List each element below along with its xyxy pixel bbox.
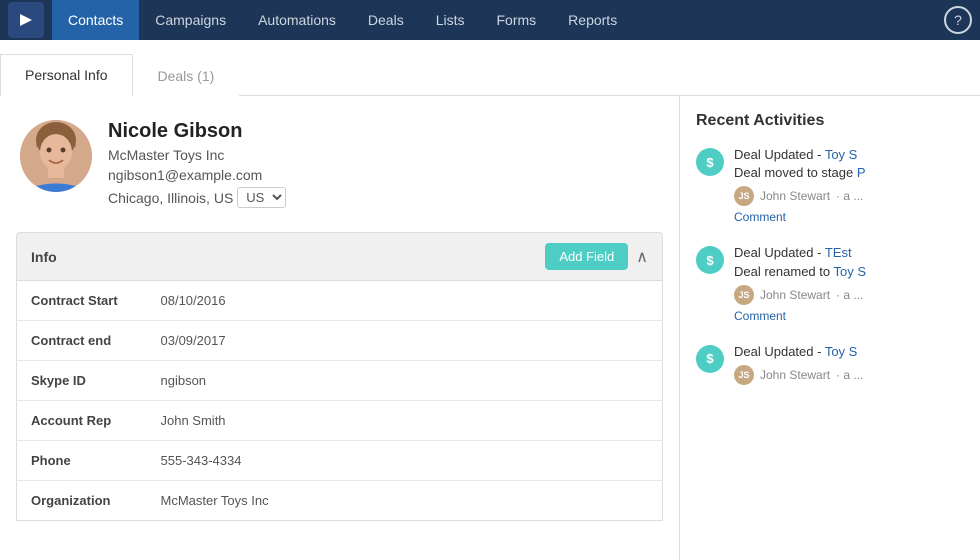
field-value: 03/09/2017	[147, 321, 663, 361]
table-row: Contract Start 08/10/2016	[17, 281, 663, 321]
activity-subtitle: Deal renamed to Toy S	[734, 263, 964, 281]
activity-subtitle-text: Deal moved to stage	[734, 165, 857, 180]
nav-lists[interactable]: Lists	[420, 0, 481, 40]
activity-dollar-icon: $	[696, 345, 724, 373]
tab-deals[interactable]: Deals (1)	[133, 55, 240, 96]
activity-title-text: Deal Updated -	[734, 147, 825, 162]
activity-content: Deal Updated - TEst Deal renamed to Toy …	[734, 244, 964, 322]
activity-comment-link[interactable]: Comment	[734, 210, 964, 224]
field-value: McMaster Toys Inc	[147, 481, 663, 521]
recent-activities-title: Recent Activities	[696, 112, 964, 130]
activity-item: $ Deal Updated - Toy S JS John Stewart ·…	[696, 343, 964, 385]
profile-location: Chicago, Illinois, US US	[108, 187, 286, 208]
field-value: John Smith	[147, 401, 663, 441]
activity-title: Deal Updated - Toy S	[734, 146, 964, 164]
activity-title-text: Deal Updated -	[734, 344, 825, 359]
field-label: Phone	[17, 441, 147, 481]
profile-info: Nicole Gibson McMaster Toys Inc ngibson1…	[108, 120, 286, 208]
table-row: Contract end 03/09/2017	[17, 321, 663, 361]
nav-contacts[interactable]: Contacts	[52, 0, 139, 40]
activity-item: $ Deal Updated - Toy S Deal moved to sta…	[696, 146, 964, 224]
activity-content: Deal Updated - Toy S JS John Stewart · a…	[734, 343, 964, 385]
field-value: 08/10/2016	[147, 281, 663, 321]
activity-deal-link[interactable]: TEst	[825, 245, 852, 260]
activity-meta: JS John Stewart · a ...	[734, 365, 964, 385]
nav-reports[interactable]: Reports	[552, 0, 633, 40]
nav-campaigns[interactable]: Campaigns	[139, 0, 242, 40]
location-text: Chicago, Illinois, US	[108, 190, 233, 206]
activity-time: · a ...	[836, 368, 863, 382]
profile-name: Nicole Gibson	[108, 120, 286, 143]
activity-stage-link[interactable]: Toy S	[834, 264, 867, 279]
activity-user-name: John Stewart	[760, 288, 830, 302]
activity-content: Deal Updated - Toy S Deal moved to stage…	[734, 146, 964, 224]
activity-meta: JS John Stewart · a ...	[734, 285, 964, 305]
avatar	[20, 120, 92, 192]
activity-time: · a ...	[836, 288, 863, 302]
info-header: Info Add Field ∧	[16, 232, 663, 281]
nav-deals[interactable]: Deals	[352, 0, 420, 40]
profile-section: Nicole Gibson McMaster Toys Inc ngibson1…	[0, 96, 679, 232]
nav-automations[interactable]: Automations	[242, 0, 352, 40]
top-nav: Contacts Campaigns Automations Deals Lis…	[0, 0, 980, 40]
activity-subtitle: Deal moved to stage P	[734, 164, 964, 182]
activity-subtitle-text: Deal renamed to	[734, 264, 834, 279]
activity-user-avatar: JS	[734, 186, 754, 206]
activity-user-avatar: JS	[734, 365, 754, 385]
table-row: Organization McMaster Toys Inc	[17, 481, 663, 521]
activity-dollar-icon: $	[696, 148, 724, 176]
field-label: Account Rep	[17, 401, 147, 441]
info-actions: Add Field ∧	[545, 243, 648, 270]
right-panel: Recent Activities $ Deal Updated - Toy S…	[680, 96, 980, 560]
profile-email: ngibson1@example.com	[108, 167, 286, 183]
field-label: Skype ID	[17, 361, 147, 401]
field-value: ngibson	[147, 361, 663, 401]
activity-user-name: John Stewart	[760, 189, 830, 203]
activity-user-name: John Stewart	[760, 368, 830, 382]
activity-title-text: Deal Updated -	[734, 245, 825, 260]
activity-dollar-icon: $	[696, 246, 724, 274]
collapse-button[interactable]: ∧	[636, 247, 648, 267]
help-button[interactable]: ?	[944, 6, 972, 34]
activity-deal-link[interactable]: Toy S	[825, 344, 858, 359]
activity-meta: JS John Stewart · a ...	[734, 186, 964, 206]
field-value: 555-343-4334	[147, 441, 663, 481]
location-dropdown[interactable]: US	[237, 187, 286, 208]
activity-user-avatar: JS	[734, 285, 754, 305]
field-label: Contract Start	[17, 281, 147, 321]
info-title: Info	[31, 249, 57, 265]
left-panel: Nicole Gibson McMaster Toys Inc ngibson1…	[0, 96, 680, 560]
field-label: Organization	[17, 481, 147, 521]
activity-time: · a ...	[836, 189, 863, 203]
add-field-button[interactable]: Add Field	[545, 243, 628, 270]
activity-comment-link[interactable]: Comment	[734, 309, 964, 323]
profile-company: McMaster Toys Inc	[108, 147, 286, 163]
info-table: Contract Start 08/10/2016 Contract end 0…	[16, 281, 663, 521]
activity-title: Deal Updated - TEst	[734, 244, 964, 262]
table-row: Account Rep John Smith	[17, 401, 663, 441]
app-logo[interactable]	[8, 2, 44, 38]
main-layout: Nicole Gibson McMaster Toys Inc ngibson1…	[0, 96, 980, 560]
activity-deal-link[interactable]: Toy S	[825, 147, 858, 162]
nav-forms[interactable]: Forms	[481, 0, 553, 40]
nav-items: Contacts Campaigns Automations Deals Lis…	[52, 0, 944, 40]
tab-personal-info[interactable]: Personal Info	[0, 54, 133, 96]
activity-item: $ Deal Updated - TEst Deal renamed to To…	[696, 244, 964, 322]
table-row: Phone 555-343-4334	[17, 441, 663, 481]
activity-stage-link[interactable]: P	[857, 165, 866, 180]
table-row: Skype ID ngibson	[17, 361, 663, 401]
field-label: Contract end	[17, 321, 147, 361]
info-section: Info Add Field ∧ Contract Start 08/10/20…	[0, 232, 679, 537]
sub-tabs: Personal Info Deals (1)	[0, 40, 980, 96]
activity-title: Deal Updated - Toy S	[734, 343, 964, 361]
